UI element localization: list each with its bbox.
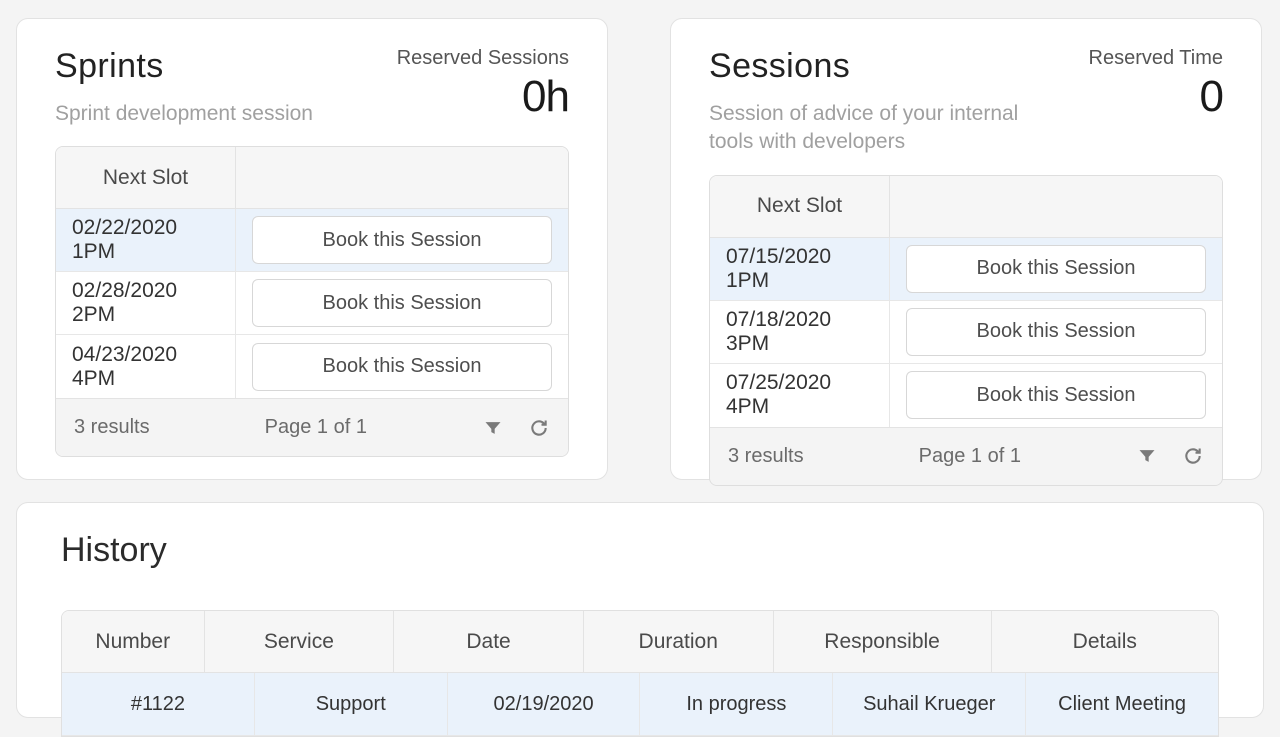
sessions-page-indicator: Page 1 of 1 bbox=[919, 445, 1021, 468]
sprints-subtitle: Sprint development session bbox=[55, 100, 313, 128]
sprints-column-action bbox=[236, 147, 568, 208]
book-session-button[interactable]: Book this Session bbox=[906, 308, 1206, 356]
sessions-card: Sessions Session of advice of your inter… bbox=[670, 18, 1262, 480]
refresh-icon[interactable] bbox=[1182, 445, 1204, 467]
sessions-reserved-value: 0 bbox=[1200, 72, 1223, 122]
history-cell-duration: In progress bbox=[640, 673, 833, 735]
table-row: 02/28/2020 2PM Book this Session bbox=[56, 272, 568, 335]
sessions-results-count: 3 results bbox=[728, 445, 804, 468]
history-cell-service: Support bbox=[255, 673, 448, 735]
sessions-column-next-slot: Next Slot bbox=[710, 176, 890, 237]
sprints-title: Sprints bbox=[55, 47, 313, 86]
history-column-duration: Duration bbox=[584, 611, 774, 672]
sprints-page-indicator: Page 1 of 1 bbox=[265, 416, 367, 439]
book-session-button[interactable]: Book this Session bbox=[906, 371, 1206, 419]
book-session-button[interactable]: Book this Session bbox=[252, 279, 552, 327]
history-table: Number Service Date Duration Responsible… bbox=[61, 610, 1219, 737]
sessions-title: Sessions bbox=[709, 47, 1029, 86]
table-row: #1122 Support 02/19/2020 In progress Suh… bbox=[62, 673, 1218, 736]
table-row: 02/22/2020 1PM Book this Session bbox=[56, 209, 568, 272]
sprints-column-next-slot: Next Slot bbox=[56, 147, 236, 208]
slot-cell: 02/28/2020 2PM bbox=[56, 272, 236, 334]
sprints-reserved-label: Reserved Sessions bbox=[397, 47, 569, 70]
book-session-button[interactable]: Book this Session bbox=[252, 343, 552, 391]
history-column-details: Details bbox=[992, 611, 1218, 672]
book-session-button[interactable]: Book this Session bbox=[906, 245, 1206, 293]
history-column-responsible: Responsible bbox=[774, 611, 992, 672]
sessions-column-action bbox=[890, 176, 1222, 237]
filter-icon[interactable] bbox=[482, 417, 504, 439]
history-column-number: Number bbox=[62, 611, 205, 672]
sprints-reserved-value: 0h bbox=[522, 72, 569, 122]
slot-cell: 07/18/2020 3PM bbox=[710, 301, 890, 363]
table-row: 07/25/2020 4PM Book this Session bbox=[710, 364, 1222, 427]
history-cell-details: Client Meeting bbox=[1026, 673, 1218, 735]
history-column-service: Service bbox=[205, 611, 395, 672]
slot-cell: 04/23/2020 4PM bbox=[56, 335, 236, 398]
slot-cell: 07/15/2020 1PM bbox=[710, 238, 890, 300]
sessions-reserved-label: Reserved Time bbox=[1089, 47, 1224, 70]
sessions-subtitle: Session of advice of your internal tools… bbox=[709, 100, 1029, 157]
history-column-date: Date bbox=[394, 611, 584, 672]
table-row: 07/15/2020 1PM Book this Session bbox=[710, 238, 1222, 301]
history-title: History bbox=[61, 531, 1219, 570]
refresh-icon[interactable] bbox=[528, 417, 550, 439]
sessions-table: Next Slot 07/15/2020 1PM Book this Sessi… bbox=[709, 175, 1223, 486]
history-card: History Number Service Date Duration Res… bbox=[16, 502, 1264, 718]
history-cell-responsible: Suhail Krueger bbox=[833, 673, 1026, 735]
sprints-results-count: 3 results bbox=[74, 416, 150, 439]
history-cell-number: #1122 bbox=[62, 673, 255, 735]
sprints-card: Sprints Sprint development session Reser… bbox=[16, 18, 608, 480]
table-row: 04/23/2020 4PM Book this Session bbox=[56, 335, 568, 398]
history-cell-date: 02/19/2020 bbox=[448, 673, 641, 735]
slot-cell: 07/25/2020 4PM bbox=[710, 364, 890, 427]
table-row: 07/18/2020 3PM Book this Session bbox=[710, 301, 1222, 364]
sprints-table: Next Slot 02/22/2020 1PM Book this Sessi… bbox=[55, 146, 569, 457]
filter-icon[interactable] bbox=[1136, 445, 1158, 467]
book-session-button[interactable]: Book this Session bbox=[252, 216, 552, 264]
slot-cell: 02/22/2020 1PM bbox=[56, 209, 236, 271]
